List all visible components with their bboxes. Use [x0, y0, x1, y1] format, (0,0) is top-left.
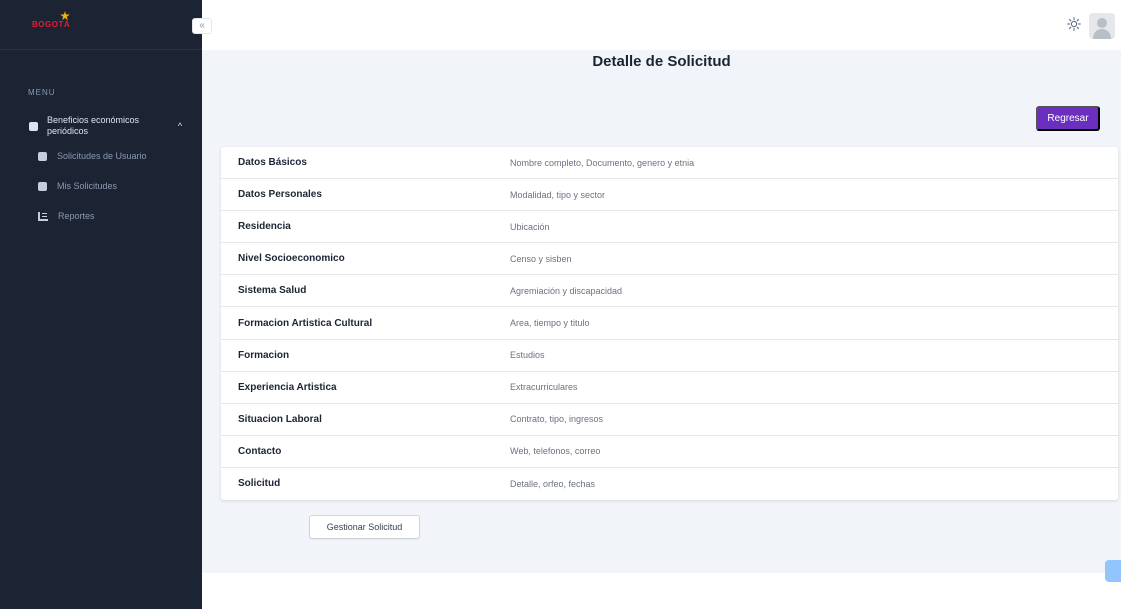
sidebar-item-label: Solicitudes de Usuario — [57, 151, 147, 161]
sections-table: Datos Básicos Nombre completo, Documento,… — [221, 147, 1118, 501]
section-title: Situacion Laboral — [238, 413, 322, 425]
main-content: Detalle de Solicitud Regresar Datos Bási… — [202, 50, 1121, 582]
section-description: Area, tiempo y titulo — [510, 318, 590, 329]
logo-text: BOGOTÁ — [32, 20, 71, 29]
database-icon — [29, 121, 38, 131]
section-description: Nombre completo, Documento, genero y etn… — [510, 157, 695, 168]
section-title: Formacion Artistica Cultural — [238, 317, 373, 329]
bogota-logo[interactable]: BOGOTÁ — [32, 11, 71, 29]
section-description: Detalle, orfeo, fechas — [510, 478, 596, 489]
sun-icon[interactable] — [1067, 17, 1081, 31]
manage-request-button[interactable]: Gestionar Solicitud — [309, 515, 420, 539]
section-description: Extracurriculares — [510, 382, 578, 393]
logo-area: BOGOTÁ — [0, 0, 202, 50]
sidebar-item-label: Reportes — [58, 211, 95, 221]
scroll-to-top-button[interactable] — [1105, 560, 1121, 582]
section-title: Solicitud — [238, 478, 281, 490]
section-title: Datos Personales — [238, 189, 322, 201]
section-description: Censo y sisben — [510, 253, 572, 264]
section-title: Sistema Salud — [238, 285, 307, 297]
back-button[interactable]: Regresar — [1036, 106, 1100, 131]
table-row[interactable]: Sistema Salud Agremiación y discapacidad — [221, 275, 1118, 308]
section-description: Modalidad, tipo y sector — [510, 189, 606, 200]
sidebar: BOGOTÁ MENU Beneficios económicos periód… — [0, 0, 202, 609]
menu-title: MENU — [28, 88, 56, 97]
sidebar-item-reportes[interactable]: Reportes — [0, 201, 202, 231]
sidebar-group-label: Beneficios económicos periódicos — [47, 115, 140, 136]
sidebar-item-solicitudes-usuario[interactable]: Solicitudes de Usuario — [0, 141, 202, 171]
section-title: Contacto — [238, 445, 282, 457]
section-description: Agremiación y discapacidad — [510, 285, 623, 296]
section-title: Residencia — [238, 221, 291, 233]
section-title: Experiencia Artistica — [238, 381, 337, 393]
database-icon — [38, 181, 47, 191]
section-description: Estudios — [510, 350, 545, 361]
section-description: Ubicación — [510, 221, 550, 232]
table-row[interactable]: Contacto Web, telefonos, correo — [221, 436, 1118, 468]
collapse-sidebar-button[interactable]: « — [192, 18, 212, 34]
table-row[interactable]: Datos Básicos Nombre completo, Documento,… — [221, 147, 1118, 180]
section-title: Formacion — [238, 349, 290, 361]
table-row[interactable]: Solicitud Detalle, orfeo, fechas — [221, 468, 1118, 500]
chart-icon — [38, 211, 48, 221]
sidebar-item-label: Mis Solicitudes — [57, 181, 118, 191]
sidebar-group-beneficios[interactable]: Beneficios económicos periódicos ^ — [0, 111, 202, 141]
database-icon — [38, 151, 47, 161]
table-row[interactable]: Formacion Estudios — [221, 340, 1118, 372]
table-row[interactable]: Datos Personales Modalidad, tipo y sector — [221, 179, 1118, 212]
section-title: Nivel Socioeconomico — [238, 253, 345, 265]
user-avatar-icon[interactable] — [1089, 13, 1115, 39]
sidebar-item-mis-solicitudes[interactable]: Mis Solicitudes — [0, 171, 202, 201]
table-row[interactable]: Nivel Socioeconomico Censo y sisben — [221, 243, 1118, 276]
chevron-up-icon: ^ — [177, 121, 183, 131]
table-row[interactable]: Situacion Laboral Contrato, tipo, ingreso… — [221, 404, 1118, 436]
table-row[interactable]: Experiencia Artistica Extracurriculares — [221, 372, 1118, 404]
avatar-head — [1097, 18, 1107, 28]
top-header: « — [192, 0, 1121, 50]
section-title: Datos Básicos — [238, 157, 307, 169]
section-description: Contrato, tipo, ingresos — [510, 414, 604, 425]
section-description: Web, telefonos, correo — [510, 446, 601, 457]
table-row[interactable]: Residencia Ubicación — [221, 211, 1118, 244]
avatar-body — [1093, 29, 1111, 39]
table-row[interactable]: Formacion Artistica Cultural Area, tiempo… — [221, 307, 1118, 340]
page-title: Detalle de Solicitud — [592, 53, 731, 70]
